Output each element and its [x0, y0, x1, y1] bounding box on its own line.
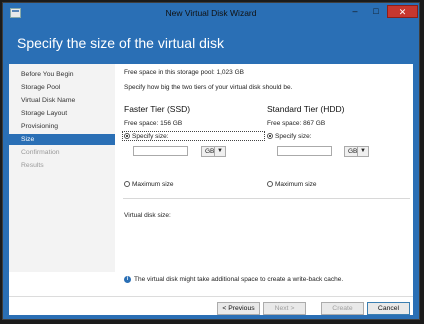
create-button[interactable]: Create — [321, 302, 364, 315]
faster-size-input[interactable] — [133, 146, 188, 156]
close-button[interactable]: ✕ — [387, 5, 418, 18]
pool-free-space: Free space in this storage pool: 1,023 G… — [124, 69, 244, 76]
chevron-down-icon: ▼ — [214, 147, 225, 156]
nav-item-results: Results — [21, 162, 44, 169]
info-text: The virtual disk might take additional s… — [134, 276, 344, 283]
content-panel: Free space in this storage pool: 1,023 G… — [115, 64, 413, 296]
wizard-steps-nav: Before You Begin Storage Pool Virtual Di… — [9, 64, 115, 272]
nav-item-storage-layout[interactable]: Storage Layout — [9, 108, 115, 119]
info-icon: i — [124, 276, 131, 283]
standard-max-radio[interactable] — [267, 181, 273, 187]
faster-tier-free-space: Free space: 156 GB — [124, 120, 183, 127]
faster-specify-radio[interactable] — [124, 133, 130, 139]
standard-specify-label: Specify size: — [275, 133, 312, 140]
standard-tier-free-space: Free space: 867 GB — [267, 120, 326, 127]
nav-item-size[interactable]: Size — [9, 134, 115, 145]
nav-item-confirmation: Confirmation — [21, 149, 60, 156]
nav-item-virtual-disk-name[interactable]: Virtual Disk Name — [9, 95, 115, 106]
standard-max-label: Maximum size — [275, 181, 317, 188]
next-button[interactable]: Next > — [263, 302, 306, 315]
virtual-disk-size-label: Virtual disk size: — [124, 212, 171, 219]
wizard-window: New Virtual Disk Wizard – □ ✕ Specify th… — [2, 2, 420, 320]
maximize-button[interactable]: □ — [366, 5, 386, 18]
faster-tier-title: Faster Tier (SSD) — [124, 104, 191, 114]
faster-unit-value: GB — [205, 148, 215, 155]
faster-specify-label: Specify size: — [132, 133, 169, 140]
standard-unit-select[interactable]: GB ▼ — [344, 146, 369, 157]
divider — [123, 198, 410, 199]
standard-tier-title: Standard Tier (HDD) — [267, 104, 345, 114]
wizard-client-area: Specify the size of the virtual disk Bef… — [9, 26, 413, 315]
nav-item-before-you-begin[interactable]: Before You Begin — [9, 69, 115, 80]
instruction-text: Specify how big the two tiers of your vi… — [124, 84, 293, 91]
wizard-footer: < Previous Next > Create Cancel — [9, 296, 413, 315]
wizard-header: Specify the size of the virtual disk — [9, 26, 413, 64]
minimize-button[interactable]: – — [345, 5, 365, 18]
previous-button[interactable]: < Previous — [217, 302, 260, 315]
standard-unit-value: GB — [348, 148, 358, 155]
nav-item-storage-pool[interactable]: Storage Pool — [9, 82, 115, 93]
faster-unit-select[interactable]: GB ▼ — [201, 146, 226, 157]
cancel-button[interactable]: Cancel — [367, 302, 410, 315]
page-title: Specify the size of the virtual disk — [17, 35, 224, 51]
nav-item-provisioning[interactable]: Provisioning — [9, 121, 115, 132]
faster-max-radio[interactable] — [124, 181, 130, 187]
standard-size-input[interactable] — [277, 146, 332, 156]
title-bar[interactable]: New Virtual Disk Wizard – □ ✕ — [3, 3, 419, 25]
chevron-down-icon: ▼ — [357, 147, 368, 156]
faster-max-label: Maximum size — [132, 181, 174, 188]
standard-specify-radio[interactable] — [267, 133, 273, 139]
